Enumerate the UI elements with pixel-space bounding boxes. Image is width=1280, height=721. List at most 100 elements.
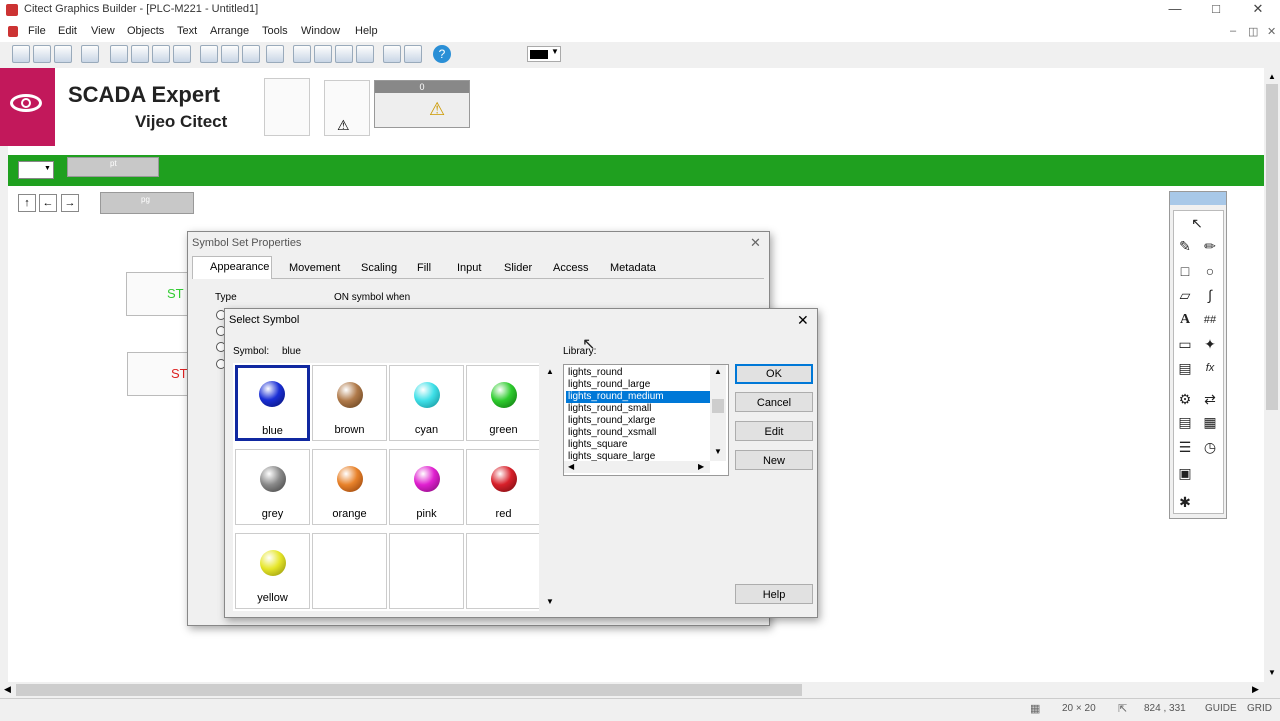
rectangle-icon[interactable]: □	[1176, 262, 1194, 280]
vertical-scroll-thumb[interactable]	[1266, 84, 1278, 410]
scroll-down-icon[interactable]: ▼	[1268, 668, 1276, 677]
pipe-icon[interactable]: ∫	[1201, 286, 1219, 304]
symbol-icon[interactable]: ⚙	[1176, 390, 1194, 408]
maximize-icon[interactable]: □	[1196, 0, 1236, 20]
symbol-cell-cyan[interactable]: cyan	[389, 365, 464, 441]
library-scroll-thumb[interactable]	[712, 399, 724, 413]
library-item[interactable]: lights_square	[566, 439, 629, 451]
close-icon[interactable]: ✕	[797, 312, 809, 329]
new-button[interactable]: New	[735, 450, 813, 470]
close-icon[interactable]: ✕	[1238, 0, 1278, 20]
open-icon[interactable]	[33, 45, 51, 63]
horizontal-scrollbar[interactable]: ◀ ▶	[0, 682, 1264, 698]
scroll-up-icon[interactable]: ▲	[1268, 72, 1276, 81]
symbol-cell-empty[interactable]	[466, 533, 539, 609]
save-icon[interactable]	[54, 45, 72, 63]
mdi-restore-icon[interactable]: ◫	[1248, 25, 1258, 38]
symbol-cell-yellow[interactable]: yellow	[235, 533, 310, 609]
menu-file[interactable]: File	[28, 25, 46, 37]
scroll-up-icon[interactable]: ▲	[714, 367, 722, 376]
function-icon[interactable]: fx	[1201, 359, 1219, 377]
menu-objects[interactable]: Objects	[127, 25, 164, 37]
align-icon[interactable]	[335, 45, 353, 63]
tab-metadata[interactable]: Metadata	[610, 262, 656, 274]
list-icon[interactable]: ☰	[1176, 438, 1194, 456]
polygon-icon[interactable]: ▱	[1176, 286, 1194, 304]
mdi-close-icon[interactable]: ✕	[1267, 25, 1276, 38]
paste-icon[interactable]	[152, 45, 170, 63]
guide-icon[interactable]	[404, 45, 422, 63]
tab-appearance[interactable]: Appearance	[210, 261, 269, 273]
library-hscrollbar[interactable]: ◀ ▶	[564, 461, 710, 473]
nav-field-2[interactable]: pg	[100, 192, 194, 214]
menu-arrange[interactable]: Arrange	[210, 25, 249, 37]
wand-icon[interactable]: ✱	[1176, 493, 1194, 511]
vertical-scrollbar[interactable]: ▲ ▼	[1264, 68, 1280, 682]
scroll-up-icon[interactable]: ▲	[546, 367, 554, 376]
menu-tools[interactable]: Tools	[262, 25, 288, 37]
scroll-right-icon[interactable]: ▶	[1252, 684, 1259, 695]
nav-field-1[interactable]: pt	[67, 157, 159, 177]
symbol-cell-brown[interactable]: brown	[312, 365, 387, 441]
print-icon[interactable]	[81, 45, 99, 63]
ok-button[interactable]: OK	[735, 364, 813, 384]
library-item[interactable]: lights_round_xlarge	[566, 415, 657, 427]
image-icon[interactable]: ▣	[1176, 464, 1194, 482]
grid-icon[interactable]	[383, 45, 401, 63]
symbol-cell-empty[interactable]	[389, 533, 464, 609]
tab-fill[interactable]: Fill	[417, 262, 431, 274]
text-icon[interactable]: A	[1176, 311, 1194, 329]
cancel-button[interactable]: Cancel	[735, 392, 813, 412]
table-icon[interactable]: ▦	[1201, 413, 1219, 431]
scroll-down-icon[interactable]: ▼	[714, 447, 722, 456]
help-icon[interactable]: ?	[433, 45, 451, 63]
tab-access[interactable]: Access	[553, 262, 588, 274]
copy-icon[interactable]	[131, 45, 149, 63]
ellipse-icon[interactable]: ○	[1201, 262, 1219, 280]
symbol-cell-grey[interactable]: grey	[235, 449, 310, 525]
home-button[interactable]: ↑	[18, 194, 36, 212]
tab-scaling[interactable]: Scaling	[361, 262, 397, 274]
symbol-set-icon[interactable]: ✦	[1201, 335, 1219, 353]
refresh-icon[interactable]	[266, 45, 284, 63]
symbol-cell-blue[interactable]: blue	[235, 365, 310, 441]
library-item-selected[interactable]: lights_round_medium	[566, 391, 710, 403]
ungroup-icon[interactable]	[314, 45, 332, 63]
library-item[interactable]: lights_round	[566, 367, 624, 379]
mdi-minimize-icon[interactable]: –	[1230, 25, 1236, 37]
menu-window[interactable]: Window	[301, 25, 340, 37]
close-icon[interactable]: ✕	[750, 235, 761, 251]
group-icon[interactable]	[293, 45, 311, 63]
library-scrollbar[interactable]: ▲ ▼	[710, 365, 726, 461]
library-list[interactable]: lights_round lights_round_large lights_r…	[563, 364, 729, 476]
tab-input[interactable]: Input	[457, 262, 481, 274]
genie-icon[interactable]: ⇄	[1201, 390, 1219, 408]
library-item[interactable]: lights_round_xsmall	[566, 427, 658, 439]
scroll-down-icon[interactable]: ▼	[546, 597, 554, 606]
cicode-icon[interactable]: ▤	[1176, 413, 1194, 431]
menu-edit[interactable]: Edit	[58, 25, 77, 37]
pen-icon[interactable]: ✎	[1176, 237, 1194, 255]
library-icon[interactable]	[242, 45, 260, 63]
cut-icon[interactable]	[110, 45, 128, 63]
pointer-icon[interactable]: ↖	[1188, 214, 1206, 232]
tab-movement[interactable]: Movement	[289, 262, 340, 274]
gauge-icon[interactable]: ◷	[1201, 438, 1219, 456]
minimize-icon[interactable]: —	[1155, 0, 1195, 20]
page-icon[interactable]	[221, 45, 239, 63]
scroll-left-icon[interactable]: ◀	[568, 462, 574, 471]
trend-icon[interactable]: ▤	[1176, 359, 1194, 377]
menu-help[interactable]: Help	[355, 25, 378, 37]
scroll-left-icon[interactable]: ◀	[4, 684, 11, 695]
symbol-cell-green[interactable]: green	[466, 365, 539, 441]
tab-slider[interactable]: Slider	[504, 262, 532, 274]
menu-view[interactable]: View	[91, 25, 115, 37]
arrange-icon[interactable]	[356, 45, 374, 63]
pencil-icon[interactable]: ✏	[1201, 237, 1219, 255]
color-picker[interactable]: ▼	[527, 46, 561, 62]
symbol-cell-red[interactable]: red	[466, 449, 539, 525]
help-button[interactable]: Help	[735, 584, 813, 604]
back-button[interactable]: ←	[39, 194, 57, 212]
undo-icon[interactable]	[200, 45, 218, 63]
page-select[interactable]: ▼	[18, 161, 54, 179]
